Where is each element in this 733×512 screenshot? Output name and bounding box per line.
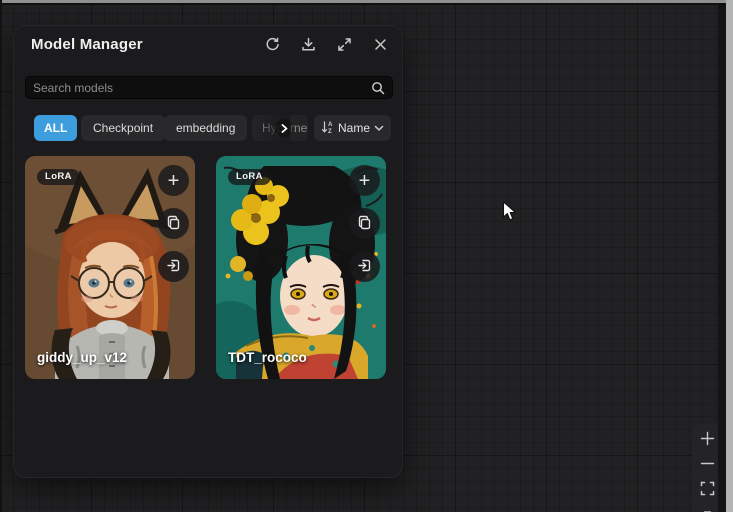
mouse-cursor: [502, 201, 518, 228]
sort-dropdown[interactable]: A Z Name: [314, 115, 391, 141]
refresh-icon: [264, 36, 281, 53]
clipped-icon: [700, 501, 715, 512]
close-button[interactable]: [370, 34, 391, 55]
expand-button[interactable]: [334, 34, 355, 55]
chevron-right-icon: [280, 121, 289, 136]
window-left-border: [0, 0, 2, 512]
minus-icon: [700, 456, 715, 474]
plus-icon: +: [168, 171, 180, 191]
copy-icon: [357, 215, 372, 233]
load-into-workflow-icon: [166, 258, 181, 276]
panel-title: Model Manager: [31, 36, 143, 53]
model-name: giddy_up_v12: [37, 350, 127, 365]
scrollbar-thumb[interactable]: [726, 0, 733, 512]
copy-model-button[interactable]: [158, 208, 189, 239]
sort-alpha-icon: A Z: [321, 120, 334, 137]
scrollbar-track[interactable]: [718, 0, 726, 512]
filter-chip-checkpoint[interactable]: Checkpoint: [81, 115, 165, 141]
panel-header-toolbar: [262, 34, 391, 55]
filter-chip-all[interactable]: ALL: [34, 115, 77, 141]
node-editor-canvas[interactable]: Model Manager: [0, 0, 733, 512]
search-bar: [25, 76, 393, 99]
model-type-badge: LoRA: [228, 169, 271, 185]
load-model-button[interactable]: [158, 251, 189, 282]
fit-view-icon: [700, 481, 715, 499]
chevron-down-icon: [374, 121, 384, 135]
load-model-button[interactable]: [349, 251, 380, 282]
refresh-button[interactable]: [262, 34, 283, 55]
copy-icon: [166, 215, 181, 233]
add-model-button[interactable]: +: [158, 165, 189, 196]
svg-text:Z: Z: [328, 129, 332, 134]
sort-label: Name: [338, 121, 370, 135]
download-button[interactable]: [298, 34, 319, 55]
download-icon: [300, 36, 317, 53]
expand-icon: [336, 36, 353, 53]
model-card-tdt-rococo[interactable]: LoRA +: [216, 156, 386, 379]
filter-chip-row: ALL Checkpoint embedding Hypernetwork A: [25, 115, 393, 141]
svg-text:A: A: [328, 122, 333, 128]
plus-icon: [700, 431, 715, 449]
model-type-badge: LoRA: [37, 169, 80, 185]
copy-model-button[interactable]: [349, 208, 380, 239]
close-icon: [373, 37, 388, 52]
model-grid: LoRA +: [14, 156, 404, 468]
search-icon: [371, 81, 385, 95]
load-into-workflow-icon: [357, 258, 372, 276]
model-name: TDT_rococo: [228, 350, 307, 365]
filter-chip-embedding[interactable]: embedding: [164, 115, 247, 141]
model-card-giddy-up-v12[interactable]: LoRA +: [25, 156, 195, 379]
search-input[interactable]: [33, 81, 371, 95]
add-model-button[interactable]: +: [349, 165, 380, 196]
model-manager-panel: Model Manager: [13, 25, 403, 478]
plus-icon: +: [359, 171, 371, 191]
chips-scroll-right-button[interactable]: [275, 119, 293, 137]
window-top-border-shadow: [0, 3, 733, 5]
